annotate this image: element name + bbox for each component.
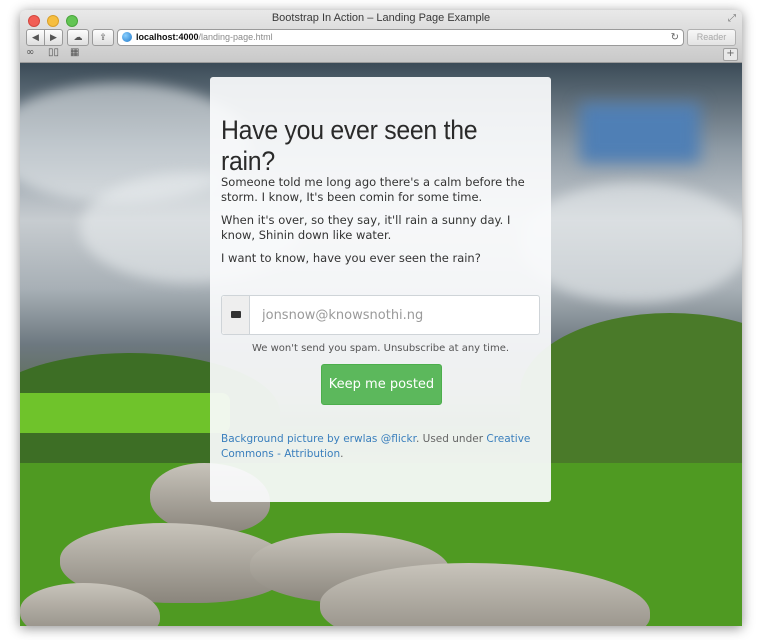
back-arrow-icon: ◀ (32, 32, 39, 42)
email-field[interactable] (250, 296, 546, 334)
background-hill (520, 313, 742, 473)
url-host: localhost:4000 (136, 32, 199, 42)
spam-note: We won't send you spam. Unsubscribe at a… (251, 343, 510, 354)
icloud-tabs-button[interactable]: ☁ (67, 29, 89, 46)
share-icon: ⇪ (99, 32, 107, 42)
photo-credit: Background picture by erwlas @flickr. Us… (221, 432, 541, 462)
lyrics-paragraph: When it's over, so they say, it'll rain … (221, 213, 511, 242)
window-title: Bootstrap In Action – Landing Page Examp… (271, 12, 491, 24)
new-tab-button[interactable]: + (723, 48, 738, 61)
lyrics-text: Someone told me long ago there's a calm … (221, 175, 543, 274)
forward-arrow-icon: ▶ (50, 32, 57, 42)
reading-list-icon[interactable]: ∞ (26, 47, 34, 58)
globe-icon (122, 32, 132, 42)
reader-button[interactable]: Reader (687, 29, 736, 46)
back-button[interactable]: ◀ (26, 29, 45, 46)
bookmarks-icon[interactable]: ▯▯ (48, 47, 59, 58)
lyrics-paragraph: Someone told me long ago there's a calm … (221, 175, 525, 204)
lyrics-paragraph: I want to know, have you ever seen the r… (221, 251, 481, 265)
keep-me-posted-button[interactable]: Keep me posted (321, 364, 442, 405)
email-input-group (221, 295, 546, 335)
credit-period: . (340, 448, 344, 460)
url-path: /landing-page.html (198, 32, 273, 42)
forward-button[interactable]: ▶ (44, 29, 63, 46)
address-bar[interactable]: localhost:4000/landing-page.html ↻ (117, 29, 684, 46)
envelope-icon (231, 311, 241, 318)
browser-window: Bootstrap In Action – Landing Page Examp… (20, 10, 742, 626)
credit-link-flickr[interactable]: Background picture by erwlas @flickr (221, 433, 416, 445)
page-title: Have you ever seen the rain? (221, 115, 478, 176)
signup-card: Have you ever seen the rain? Someone tol… (210, 77, 551, 502)
reload-icon[interactable]: ↻ (671, 30, 679, 45)
top-sites-icon[interactable]: ▦ (70, 47, 79, 58)
background-cloud (520, 183, 742, 303)
browser-toolbar: Bootstrap In Action – Landing Page Examp… (20, 10, 742, 63)
credit-text: . Used under (415, 433, 487, 445)
cloud-icon: ☁ (73, 32, 83, 42)
fullscreen-icon[interactable]: ⤢ (728, 13, 736, 24)
share-button[interactable]: ⇪ (92, 29, 114, 46)
background-field (20, 393, 230, 433)
url-text[interactable]: localhost:4000/landing-page.html (136, 30, 273, 45)
email-addon (222, 296, 250, 334)
page-viewport: Have you ever seen the rain? Someone tol… (20, 63, 742, 626)
background-sky (580, 103, 700, 163)
